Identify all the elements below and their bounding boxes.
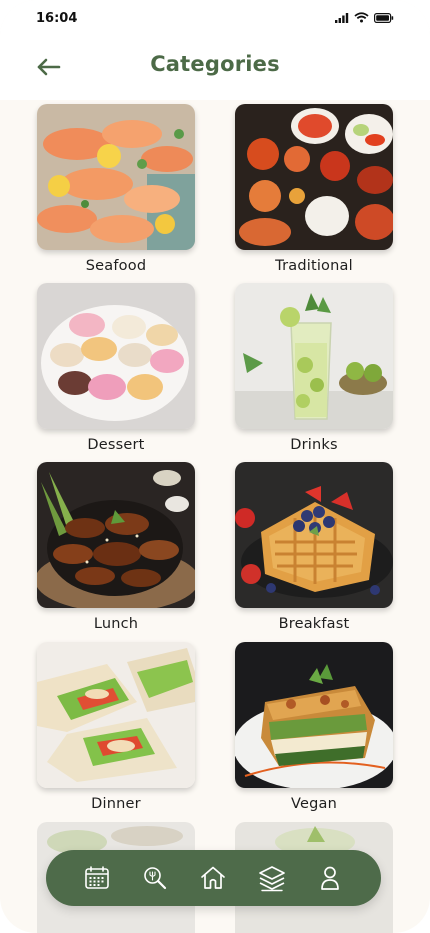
home-icon xyxy=(201,866,226,889)
nav-home[interactable] xyxy=(195,860,231,896)
category-grid: Seafood Traditional Dessert Drinks Lunch… xyxy=(37,104,393,933)
app-screen: 16:04 Categories Seafood Traditional Des… xyxy=(0,0,430,933)
category-card-traditional[interactable]: Traditional xyxy=(235,104,393,274)
category-label: Lunch xyxy=(93,616,139,632)
bottom-nav xyxy=(46,850,381,906)
traditional-image xyxy=(235,104,393,250)
category-card-drinks[interactable]: Drinks xyxy=(235,283,393,453)
category-label: Drinks xyxy=(290,437,338,453)
category-card-seafood[interactable]: Seafood xyxy=(37,104,195,274)
profile-icon xyxy=(320,866,339,890)
category-label: Traditional xyxy=(275,258,353,274)
category-label: Seafood xyxy=(85,258,147,274)
drinks-image xyxy=(235,283,393,429)
nav-search[interactable] xyxy=(137,860,173,896)
layers-icon xyxy=(258,866,285,892)
page-title: Categories xyxy=(150,52,280,76)
status-bar: 16:04 xyxy=(0,0,430,38)
category-label: Vegan xyxy=(291,796,337,812)
signal-icon xyxy=(335,12,349,23)
header: Categories xyxy=(0,38,430,100)
nav-profile[interactable] xyxy=(312,860,348,896)
battery-icon xyxy=(374,12,394,23)
category-card-breakfast[interactable]: Breakfast xyxy=(235,462,393,632)
category-label: Dinner xyxy=(91,796,141,812)
search-recipe-icon xyxy=(144,867,167,890)
nav-categories[interactable] xyxy=(254,860,290,896)
category-card-lunch[interactable]: Lunch xyxy=(37,462,195,632)
breakfast-image xyxy=(235,462,393,608)
category-card-dessert[interactable]: Dessert xyxy=(37,283,195,453)
seafood-image xyxy=(37,104,195,250)
dessert-image xyxy=(37,283,195,429)
status-icons xyxy=(335,12,394,23)
dinner-image xyxy=(37,642,195,788)
category-label: Breakfast xyxy=(278,616,350,632)
status-time: 16:04 xyxy=(36,11,78,26)
calendar-icon xyxy=(85,866,109,889)
category-card-dinner[interactable]: Dinner xyxy=(37,642,195,812)
category-card-vegan[interactable]: Vegan xyxy=(235,642,393,812)
nav-calendar[interactable] xyxy=(79,860,115,896)
wifi-icon xyxy=(354,12,369,23)
lunch-image xyxy=(37,462,195,608)
vegan-image xyxy=(235,642,393,788)
category-label: Dessert xyxy=(87,437,145,453)
